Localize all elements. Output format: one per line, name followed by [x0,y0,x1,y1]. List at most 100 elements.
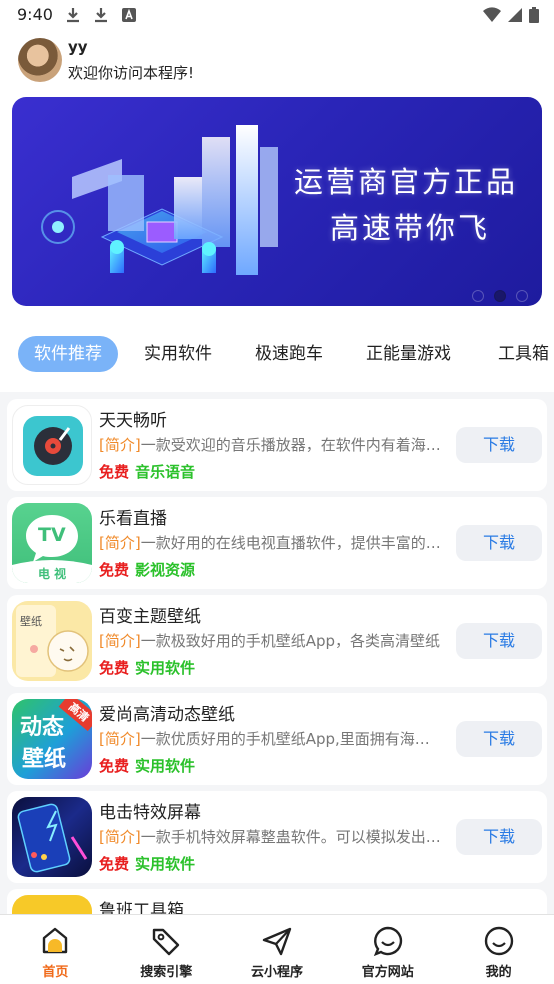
app-name: 乐看直播 [99,509,167,529]
nav-label: 首页 [42,965,69,980]
app-list: 天天畅听 [简介]一款受欢迎的音乐播放器，在软件内有着海量音乐 免费 音乐语音 下… [0,392,554,914]
nav-label: 我的 [485,965,512,980]
app-description: [简介]一款优质好用的手机壁纸App,里面拥有海量壁纸 [99,728,444,749]
nav-mine[interactable]: 我的 [443,915,554,984]
list-item[interactable]: 壁纸 百变主题壁纸 [简介]一款极致好用的手机壁纸App，各类高清壁纸 免费 实用… [7,595,547,687]
app-description: [简介]一款好用的在线电视直播软件，提供丰富的频道 [99,532,444,553]
avatar[interactable] [18,38,62,82]
a-badge-icon [122,8,136,22]
download-icon [67,8,79,23]
tag-icon [152,928,180,956]
category-label: 实用软件 [135,855,196,873]
top-section: 9:40 yy 欢迎你访问本程序! 运营商官方正品 高速带你飞 软件推荐 实用软… [0,0,554,392]
category-label: 音乐语音 [135,463,196,481]
app-description: [简介]一款受欢迎的音乐播放器，在软件内有着海量音乐 [99,434,444,455]
promo-banner[interactable]: 运营商官方正品 高速带你飞 [12,97,542,306]
nav-label: 云小程序 [250,965,303,980]
list-item[interactable]: 天天畅听 [简介]一款受欢迎的音乐播放器，在软件内有着海量音乐 免费 音乐语音 下… [7,399,547,491]
app-name: 鲁班工具箱 [99,901,184,914]
live-icon-text-2: 壁纸 [22,747,67,772]
tab-speed-racing[interactable]: 极速跑车 [255,336,323,372]
tab-toolbox[interactable]: 工具箱 [498,336,549,372]
description-text: 一款好用的在线电视直播软件，提供丰富的频道 [140,534,444,552]
list-item[interactable]: 动态 壁纸 高清 爱尚高清动态壁纸 [简介]一款优质好用的手机壁纸App,里面拥… [7,693,547,785]
download-button[interactable]: 下载 [456,525,542,561]
bottom-nav: 首页 搜索引擎 云小程序 官方网站 我的 [0,914,554,984]
status-time: 9:40 [17,5,53,24]
download-icon [95,8,107,23]
app-name: 天天畅听 [99,411,167,431]
app-meta: 免费 音乐语音 [99,461,195,482]
tv-icon-caption: 电 视 [38,567,67,581]
app-name: 电击特效屏幕 [99,803,201,823]
music-player-icon [12,405,92,485]
nav-search-engine[interactable]: 搜索引擎 [111,915,222,984]
price-label: 免费 [99,561,130,579]
list-item[interactable]: TV 电 视 乐看直播 [简介]一款好用的在线电视直播软件，提供丰富的频道 免费… [7,497,547,589]
nav-official-website[interactable]: 官方网站 [332,915,443,984]
download-button[interactable]: 下载 [456,427,542,463]
app-meta: 免费 影视资源 [99,559,195,580]
electric-screen-icon [12,797,92,877]
pagination-dot[interactable] [516,290,528,302]
app-name: 百变主题壁纸 [99,607,201,627]
category-label: 实用软件 [135,757,196,775]
category-label: 实用软件 [135,659,196,677]
description-text: 一款优质好用的手机壁纸App,里面拥有海量壁纸 [140,730,444,748]
category-tabs: 软件推荐 实用软件 极速跑车 正能量游戏 工具箱 [0,336,554,372]
price-label: 免费 [99,659,130,677]
pagination-dot-active[interactable] [494,290,506,302]
intro-tag: [简介] [99,828,141,846]
banner-line-1: 运营商官方正品 [293,165,518,199]
nav-label: 搜索引擎 [140,965,193,980]
list-item[interactable]: 鲁班工具箱 [7,889,547,914]
chat-smile-icon [373,926,402,957]
app-meta: 免费 实用软件 [99,755,195,776]
price-label: 免费 [99,855,130,873]
download-button[interactable]: 下载 [456,721,542,757]
nav-home[interactable]: 首页 [0,915,111,984]
nav-label: 官方网站 [361,965,414,980]
status-bar: 9:40 [0,0,554,30]
app-description: [简介]一款手机特效屏幕整蛊软件。可以模拟发出电击 [99,826,444,847]
price-label: 免费 [99,463,130,481]
welcome-text: 欢迎你访问本程序! [68,64,195,82]
download-button[interactable]: 下载 [456,623,542,659]
tv-icon-text: TV [38,524,66,546]
live-icon-text-1: 动态 [20,715,65,740]
username: yy [68,38,88,56]
list-item[interactable]: 电击特效屏幕 [简介]一款手机特效屏幕整蛊软件。可以模拟发出电击 免费 实用软件 … [7,791,547,883]
wallpaper-icon: 壁纸 [12,601,92,681]
wallpaper-icon-text: 壁纸 [20,615,42,628]
description-text: 一款极致好用的手机壁纸App，各类高清壁纸 [140,632,441,650]
nav-cloud-miniprogram[interactable]: 云小程序 [222,915,333,984]
paper-plane-icon [262,927,292,956]
signal-icon [508,8,522,22]
banner-line-2: 高速带你飞 [329,211,490,245]
intro-tag: [简介] [99,632,141,650]
price-label: 免费 [99,757,130,775]
category-label: 影视资源 [135,561,196,579]
intro-tag: [简介] [99,730,141,748]
tv-icon: TV 电 视 [12,503,92,583]
toolbox-icon [12,895,92,914]
pagination-dot[interactable] [472,290,484,302]
description-text: 一款手机特效屏幕整蛊软件。可以模拟发出电击 [140,828,444,846]
description-text: 一款受欢迎的音乐播放器，在软件内有着海量音乐 [140,436,444,454]
live-wallpaper-icon: 动态 壁纸 高清 [12,699,92,779]
home-icon [43,927,68,954]
app-description: [简介]一款极致好用的手机壁纸App，各类高清壁纸 [99,630,444,651]
intro-tag: [简介] [99,534,141,552]
wifi-icon [483,7,501,22]
tab-positive-games[interactable]: 正能量游戏 [366,336,451,372]
tab-software-recommend[interactable]: 软件推荐 [18,336,118,372]
banner-pagination [472,290,528,302]
app-meta: 免费 实用软件 [99,657,195,678]
isometric-city-illustration [41,125,278,275]
smile-icon [484,926,513,956]
app-meta: 免费 实用软件 [99,853,195,874]
download-button[interactable]: 下载 [456,819,542,855]
tab-utility-software[interactable]: 实用软件 [144,336,212,372]
battery-icon [529,7,539,23]
app-name: 爱尚高清动态壁纸 [99,705,235,725]
